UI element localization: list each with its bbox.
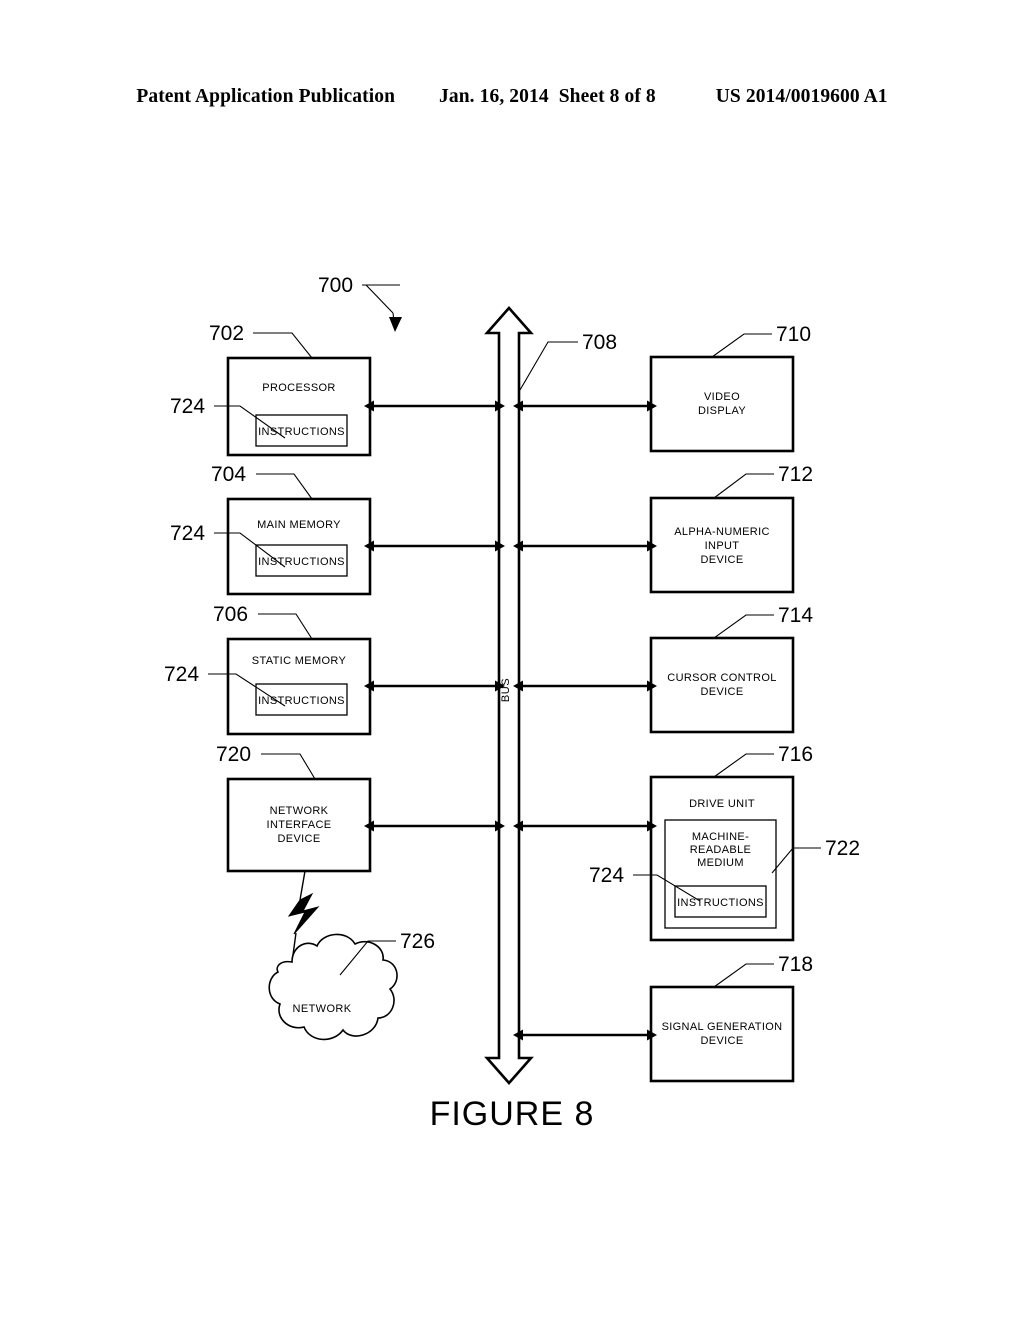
ref-label-702: 702 <box>209 322 244 345</box>
ref-label-716: 716 <box>778 743 813 766</box>
block-alpha-numeric-input-device: ALPHA-NUMERIC INPUT DEVICE 712 <box>649 463 813 594</box>
signal-generation-label-2: DEVICE <box>700 1035 743 1047</box>
alpha-numeric-input-label-3: DEVICE <box>700 554 743 566</box>
ref-label-724-drive-unit: 724 <box>589 864 624 887</box>
network-cloud-label: NETWORK <box>292 1003 351 1015</box>
ref-label-718: 718 <box>778 953 813 976</box>
video-display-label-1: VIDEO <box>704 391 740 403</box>
cursor-control-box <box>649 636 795 734</box>
ref-label-706: 706 <box>213 603 248 626</box>
ref-label-724-main-memory: 724 <box>170 522 205 545</box>
bus: BUS <box>484 306 534 1085</box>
block-signal-generation-device: SIGNAL GENERATION DEVICE 718 <box>649 953 813 1083</box>
ref-label-704: 704 <box>211 463 246 486</box>
video-display-label-2: DISPLAY <box>698 405 746 417</box>
ref-label-724-processor: 724 <box>170 395 205 418</box>
ref-label-722: 722 <box>825 837 860 860</box>
cloud-shape <box>268 933 398 1041</box>
processor-label: PROCESSOR <box>262 382 335 394</box>
bus-ref-708: 708 <box>519 331 617 391</box>
block-network-interface-device: NETWORK INTERFACE DEVICE 720 <box>216 743 372 873</box>
machine-readable-medium-label-2: READABLE <box>690 844 752 856</box>
main-memory-label: MAIN MEMORY <box>257 519 341 531</box>
machine-readable-medium-label-1: MACHINE- <box>692 831 749 843</box>
system-ref-700: 700 <box>318 274 402 332</box>
network-interface-label-2: INTERFACE <box>267 819 332 831</box>
block-processor: PROCESSOR INSTRUCTIONS 702 724 <box>170 322 372 457</box>
cursor-control-label-1: CURSOR CONTROL <box>667 672 776 684</box>
drive-unit-label: DRIVE UNIT <box>689 798 755 810</box>
cursor-control-label-2: DEVICE <box>700 686 743 698</box>
machine-readable-medium-label-3: MEDIUM <box>697 857 744 869</box>
block-static-memory: STATIC MEMORY INSTRUCTIONS 706 724 <box>164 603 372 736</box>
ref-label-700: 700 <box>318 274 353 297</box>
ref-label-720: 720 <box>216 743 251 766</box>
signal-generation-box <box>649 985 795 1083</box>
network-interface-label-1: NETWORK <box>270 805 329 817</box>
bus-label: BUS <box>500 678 512 702</box>
drive-unit-instructions-label: INSTRUCTIONS <box>677 897 764 909</box>
block-video-display: VIDEO DISPLAY 710 <box>649 323 811 453</box>
alpha-numeric-input-label-2: INPUT <box>705 540 740 552</box>
lightning-bolt-icon <box>287 892 320 935</box>
block-main-memory: MAIN MEMORY INSTRUCTIONS 704 724 <box>170 463 372 596</box>
static-memory-label: STATIC MEMORY <box>252 655 347 667</box>
ref-label-714: 714 <box>778 604 813 627</box>
figure-caption: FIGURE 8 <box>429 1095 595 1133</box>
signal-generation-label-1: SIGNAL GENERATION <box>662 1021 783 1033</box>
block-cursor-control-device: CURSOR CONTROL DEVICE 714 <box>649 604 813 734</box>
ref-label-724-static-memory: 724 <box>164 663 199 686</box>
ref-label-708: 708 <box>582 331 617 354</box>
main-memory-instructions-label: INSTRUCTIONS <box>258 556 345 568</box>
ref-700-arrowhead <box>389 317 402 332</box>
alpha-numeric-input-label-1: ALPHA-NUMERIC <box>674 526 770 538</box>
network-interface-label-3: DEVICE <box>277 833 320 845</box>
ref-label-726: 726 <box>400 930 435 953</box>
ref-label-712: 712 <box>778 463 813 486</box>
ref-label-710: 710 <box>776 323 811 346</box>
video-display-box <box>649 355 795 453</box>
block-drive-unit: DRIVE UNIT MACHINE- READABLE MEDIUM INST… <box>589 743 860 942</box>
